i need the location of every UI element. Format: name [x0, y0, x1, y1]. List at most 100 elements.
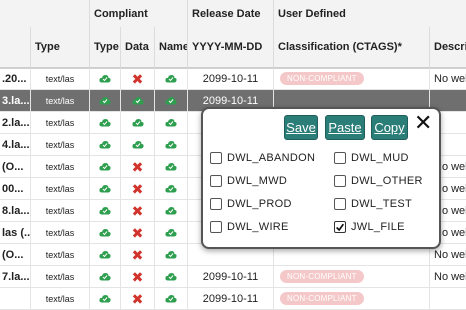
cloud-check-icon	[99, 163, 111, 171]
ctag-option[interactable]: DWL_ABANDON	[210, 150, 315, 166]
ctag-option[interactable]: DWL_PROD	[210, 196, 292, 212]
copy-button[interactable]: Copy	[371, 115, 408, 140]
cloud-check-icon	[99, 185, 111, 193]
file-name-cell: las (...	[2, 226, 30, 239]
header-group-row: Compliant Release Date User Defined	[0, 0, 466, 28]
compliant-data-cell: ✖	[120, 222, 154, 243]
cloud-check-icon	[165, 185, 177, 193]
compliant-name-cell	[154, 244, 187, 265]
cross-icon: ✖	[131, 202, 144, 219]
compliant-name-cell	[154, 200, 187, 221]
cloud-check-icon	[99, 251, 111, 259]
cloud-check-icon	[99, 119, 111, 127]
cross-icon: ✖	[131, 70, 144, 87]
cloud-check-icon	[99, 75, 111, 83]
cloud-check-icon	[131, 97, 144, 105]
cloud-check-icon	[165, 119, 177, 127]
paste-button[interactable]: Paste	[325, 115, 365, 140]
checkbox[interactable]	[334, 152, 346, 164]
compliant-type-cell	[89, 178, 120, 199]
compliant-type-cell	[89, 90, 120, 111]
ctag-option-label: DWL_PROD	[227, 198, 292, 210]
checkbox[interactable]	[210, 198, 222, 210]
cloud-check-icon	[99, 229, 111, 237]
ctag-option[interactable]: DWL_MUD	[334, 150, 409, 166]
cloud-check-icon	[99, 97, 111, 105]
checkmark-icon	[336, 223, 345, 231]
header-classification[interactable]: Classification (CTAGS)*	[273, 27, 429, 67]
checkbox[interactable]	[210, 152, 222, 164]
compliant-name-cell	[154, 90, 187, 111]
header-name-col[interactable]	[0, 27, 30, 67]
compliant-type-cell	[89, 134, 120, 155]
header-group-release: Release Date	[187, 0, 273, 27]
compliant-data-cell: ✖	[120, 156, 154, 177]
file-name-cell: 8.la...	[2, 204, 30, 217]
header-compliant-data[interactable]: Data	[120, 27, 154, 67]
save-button[interactable]: Save	[284, 115, 318, 140]
checkbox[interactable]	[334, 221, 346, 233]
ctag-option[interactable]: DWL_MWD	[210, 173, 287, 189]
header-type[interactable]: Type	[30, 27, 89, 67]
cloud-check-icon	[165, 163, 177, 171]
header-description[interactable]: Descri	[429, 27, 466, 67]
file-name-cell: 00...	[2, 182, 24, 195]
cloud-check-icon	[131, 119, 144, 127]
cross-icon: ✖	[131, 180, 144, 197]
checkbox[interactable]	[334, 175, 346, 187]
compliant-name-cell	[154, 222, 187, 243]
cloud-check-icon	[131, 141, 144, 149]
cloud-check-icon	[165, 141, 177, 149]
ctag-option-label: DWL_MUD	[351, 152, 409, 164]
table-row[interactable]: text/las ✖ 2099-10-11 NON-COMPLIANT	[0, 288, 466, 310]
file-type-cell: text/las	[30, 112, 89, 133]
compliant-data-cell: ✖	[120, 244, 154, 265]
file-name-cell: 4.la...	[2, 138, 30, 151]
non-compliant-badge: NON-COMPLIANT	[280, 292, 364, 305]
file-name-cell: (O...	[2, 160, 24, 173]
file-type-cell: text/las	[30, 134, 89, 155]
ctag-option[interactable]: DWL_TEST	[334, 196, 412, 212]
compliant-data-cell: ✖	[120, 288, 154, 309]
cross-icon: ✖	[131, 224, 144, 241]
file-type-cell: text/las	[30, 244, 89, 265]
compliant-data-cell: ✖	[120, 178, 154, 199]
compliant-type-cell	[89, 200, 120, 221]
ctag-option[interactable]: DWL_OTHER	[334, 173, 423, 189]
compliant-data-cell	[120, 112, 154, 133]
file-name-cell: 2.la...	[2, 116, 30, 129]
cloud-check-icon	[99, 273, 111, 281]
header-blank	[0, 0, 89, 27]
file-name-cell: (O...	[2, 248, 24, 261]
compliant-name-cell	[154, 134, 187, 155]
checkbox[interactable]	[210, 175, 222, 187]
compliant-data-cell	[120, 90, 154, 111]
close-icon[interactable]: ✕	[414, 112, 432, 134]
cloud-check-icon	[165, 251, 177, 259]
cloud-check-icon	[99, 141, 111, 149]
ctag-option-label: DWL_TEST	[351, 198, 413, 210]
compliant-data-cell	[120, 134, 154, 155]
compliant-type-cell	[89, 156, 120, 177]
compliant-name-cell	[154, 68, 187, 89]
checkbox[interactable]	[210, 221, 222, 233]
ctag-option[interactable]: JWL_FILE	[334, 219, 405, 235]
table-row[interactable]: .20... text/las ✖ 2099-10-11 NON-COMPLIANT No…	[0, 68, 466, 90]
header-group-user-defined: User Defined	[273, 0, 466, 27]
checkbox[interactable]	[334, 198, 346, 210]
ctag-option-label: DWL_WIRE	[227, 221, 289, 233]
header-date[interactable]: YYYY-MM-DD	[187, 27, 273, 67]
header-compliant-name[interactable]: Name	[154, 27, 187, 67]
file-name-cell: 3.la...	[2, 94, 30, 107]
description-cell: No wel	[429, 266, 466, 287]
compliant-name-cell	[154, 178, 187, 199]
cloud-check-icon	[99, 207, 111, 215]
compliant-type-cell	[89, 112, 120, 133]
release-date-cell: 2099-10-11	[187, 68, 273, 89]
cross-icon: ✖	[131, 246, 144, 263]
compliant-type-cell	[89, 288, 120, 309]
header-compliant-type[interactable]: Type	[89, 27, 120, 67]
file-name-cell: .20...	[2, 72, 27, 85]
ctag-option[interactable]: DWL_WIRE	[210, 219, 289, 235]
table-row[interactable]: 7.la... text/las ✖ 2099-10-11 NON-COMPLIANT N…	[0, 266, 466, 288]
